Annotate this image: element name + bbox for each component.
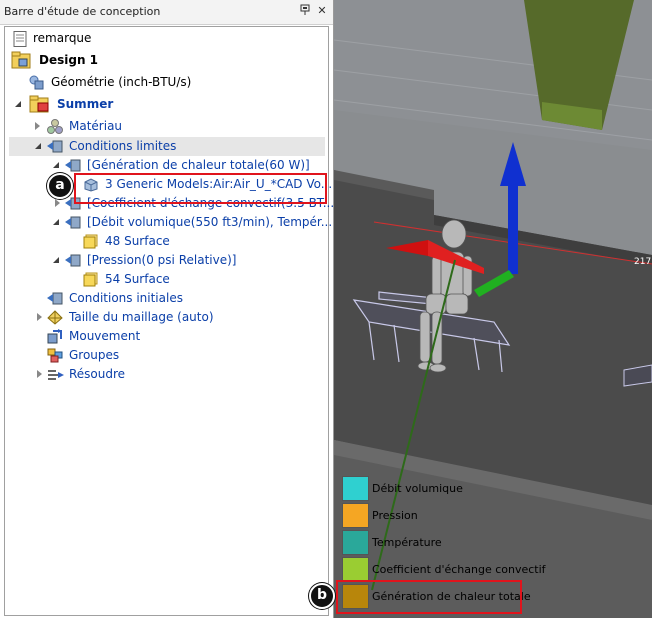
expand-arrow-icon[interactable] <box>15 101 21 107</box>
tree-item-mesh-size[interactable]: Taille du maillage (auto) <box>9 308 325 327</box>
legend-label: Débit volumique <box>372 482 463 495</box>
expand-arrow-icon[interactable] <box>35 143 41 149</box>
legend-label: Coefficient d'échange convectif <box>372 563 546 576</box>
tree-label-initial-conditions: Conditions initiales <box>69 291 183 305</box>
tree-label-summer: Summer <box>57 97 114 111</box>
expand-arrow-icon[interactable] <box>53 162 59 168</box>
tree-item-boundary-conditions[interactable]: Conditions limites <box>9 137 325 156</box>
tree-item-material[interactable]: Matériau <box>9 117 325 136</box>
legend-item: Pression <box>340 501 540 528</box>
motion-icon <box>47 329 63 344</box>
boundary-condition-icon <box>65 253 81 268</box>
collapse-arrow-icon[interactable] <box>37 313 42 321</box>
tree-label-groups: Groupes <box>69 348 120 362</box>
legend-label: Pression <box>372 509 418 522</box>
tree-item-pressure[interactable]: [Pression(0 psi Relative)] <box>9 251 325 270</box>
expand-arrow-icon[interactable] <box>53 219 59 225</box>
tree-item-initial-conditions[interactable]: Conditions initiales <box>9 289 325 308</box>
scenario-icon <box>29 95 51 113</box>
initial-condition-icon <box>47 291 63 306</box>
legend-item: Température <box>340 528 540 555</box>
boundary-condition-icon <box>47 139 63 154</box>
tree-item-motion[interactable]: Mouvement <box>9 327 325 346</box>
pin-icon[interactable] <box>298 4 312 18</box>
design-icon <box>11 51 33 69</box>
expand-arrow-icon[interactable] <box>53 257 59 263</box>
tree-label-pressure: [Pression(0 psi Relative)] <box>87 253 237 267</box>
dimension-label: 217 <box>634 257 651 267</box>
legend-item: Coefficient d'échange convectif <box>340 555 546 582</box>
surface-icon <box>83 234 99 249</box>
solve-icon <box>47 367 64 382</box>
tree-item-groups[interactable]: Groupes <box>9 346 325 365</box>
callout-a-highlight <box>74 173 327 204</box>
tree-item-summer[interactable]: Summer <box>9 95 325 114</box>
tree-item-volume-flow[interactable]: [Débit volumique(550 ft3/min), Tempér... <box>9 213 332 232</box>
panel-title: Barre d'étude de conception <box>4 5 161 18</box>
tree-label-geometry: Géométrie (inch-BTU/s) <box>51 75 192 89</box>
tree-item-surface-48[interactable]: 48 Surface <box>9 232 325 251</box>
material-icon <box>47 119 63 134</box>
collapse-arrow-icon[interactable] <box>35 122 40 130</box>
panel-titlebar: Barre d'étude de conception ✕ <box>0 0 333 25</box>
callout-a-badge: a <box>47 173 73 199</box>
tree-label-remarque: remarque <box>33 31 92 45</box>
callout-b-highlight <box>336 580 522 614</box>
note-icon <box>13 31 29 47</box>
tree-label-surface-48: 48 Surface <box>105 234 170 248</box>
tree-label-mesh-size: Taille du maillage (auto) <box>69 310 214 324</box>
design-tree: remarque Design 1 Géométrie (inch-BTU/s)… <box>4 26 334 616</box>
tree-label-motion: Mouvement <box>69 329 141 343</box>
legend-swatch <box>342 530 369 555</box>
tree-label-surface-54: 54 Surface <box>105 272 170 286</box>
tree-item-surface-54[interactable]: 54 Surface <box>9 270 325 289</box>
legend-swatch <box>342 503 369 528</box>
boundary-condition-icon <box>65 158 81 173</box>
tree-item-remarque[interactable]: remarque <box>9 29 325 48</box>
tree-label-design: Design 1 <box>39 53 99 67</box>
groups-icon <box>47 348 63 363</box>
tree-label-material: Matériau <box>69 119 123 133</box>
boundary-condition-icon <box>65 215 81 230</box>
legend-label: Température <box>372 536 442 549</box>
callout-b-badge: b <box>309 583 335 609</box>
tree-item-geometry[interactable]: Géométrie (inch-BTU/s) <box>9 73 325 92</box>
collapse-arrow-icon[interactable] <box>37 370 42 378</box>
tree-label-boundary-conditions: Conditions limites <box>69 139 177 153</box>
legend-swatch <box>342 476 369 501</box>
close-icon[interactable]: ✕ <box>315 4 329 18</box>
legend-item: Débit volumique <box>340 474 540 501</box>
geometry-icon <box>29 75 45 90</box>
design-study-bar: Barre d'étude de conception ✕ remarque D… <box>0 0 334 618</box>
tree-label-solve: Résoudre <box>69 367 126 381</box>
tree-item-solve[interactable]: Résoudre <box>9 365 325 384</box>
legend-swatch <box>342 557 369 582</box>
mesh-icon <box>47 310 63 325</box>
collapse-arrow-icon[interactable] <box>55 199 60 207</box>
tree-label-volume-flow: [Débit volumique(550 ft3/min), Tempér... <box>87 215 333 229</box>
surface-icon <box>83 272 99 287</box>
tree-item-design[interactable]: Design 1 <box>9 51 325 70</box>
